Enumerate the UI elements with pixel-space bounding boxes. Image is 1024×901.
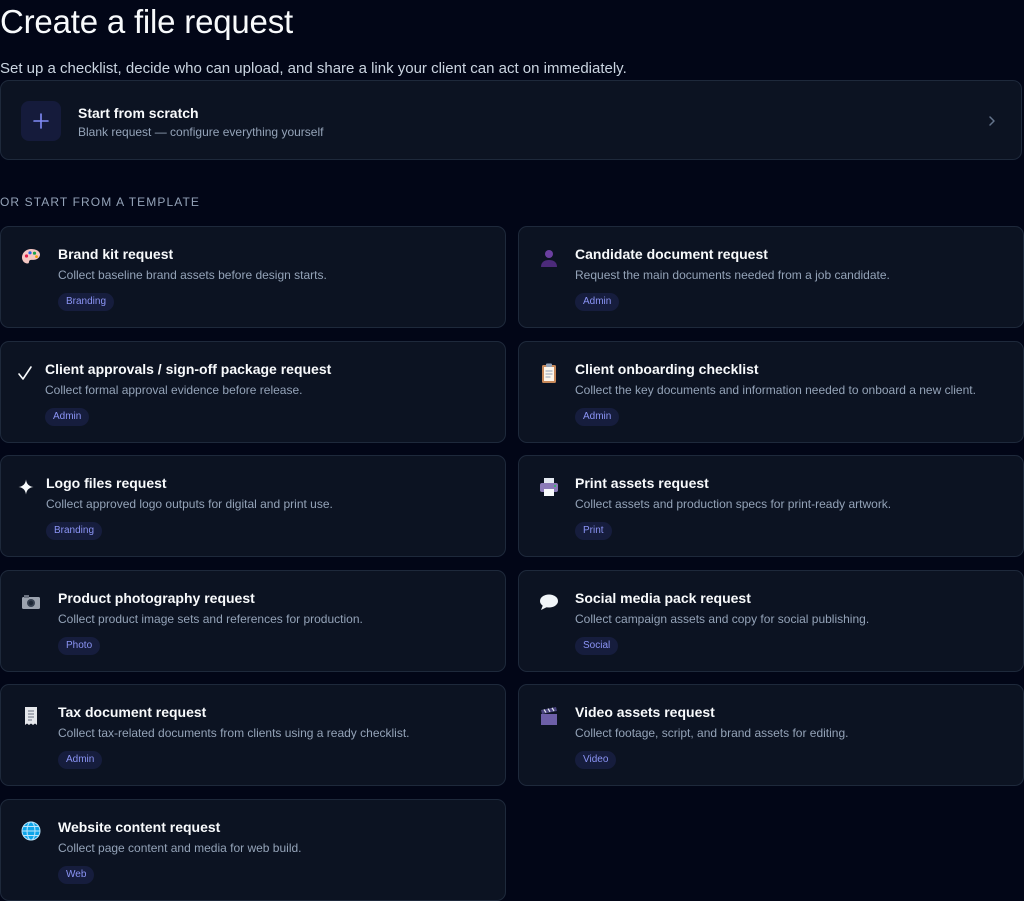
camera-icon [20,591,42,613]
template-card-video-assets[interactable]: Video assets request Collect footage, sc… [518,684,1024,786]
start-from-scratch-card[interactable]: Start from scratch Blank request — confi… [0,80,1022,160]
template-description: Collect approved logo outputs for digita… [46,497,333,511]
sparkle-icon [15,476,37,498]
template-title: Tax document request [58,704,207,720]
page-subtitle: Set up a checklist, decide who can uploa… [0,60,627,77]
receipt-icon [20,705,42,727]
template-title: Video assets request [575,704,715,720]
printer-icon [538,476,560,498]
template-title: Print assets request [575,475,709,491]
category-badge: Branding [58,293,115,311]
template-title: Candidate document request [575,246,768,262]
template-section-label: OR START FROM A TEMPLATE [0,195,200,209]
template-card-candidate-document[interactable]: Candidate document request Request the m… [518,226,1024,328]
template-description: Request the main documents needed from a… [575,268,890,282]
category-badge: Photo [58,637,101,655]
category-badge: Admin [575,293,620,311]
category-badge: Admin [575,408,620,426]
template-card-print-assets[interactable]: Print assets request Collect assets and … [518,455,1024,557]
template-description: Collect footage, script, and brand asset… [575,726,849,740]
template-title: Product photography request [58,590,255,606]
speech-bubble-icon [538,591,560,613]
category-badge: Print [575,522,612,540]
category-badge: Video [575,751,617,769]
template-card-client-onboarding[interactable]: Client onboarding checklist Collect the … [518,341,1024,443]
category-badge: Branding [46,522,103,540]
template-title: Client approvals / sign-off package requ… [45,361,332,377]
template-description: Collect formal approval evidence before … [45,383,303,397]
template-card-social-media-pack[interactable]: Social media pack request Collect campai… [518,570,1024,672]
template-title: Social media pack request [575,590,751,606]
category-badge: Admin [58,751,103,769]
template-description: Collect page content and media for web b… [58,841,302,855]
checkmark-icon [15,362,35,384]
template-description: Collect assets and production specs for … [575,497,892,511]
template-description: Collect product image sets and reference… [58,612,363,626]
template-card-website-content[interactable]: Website content request Collect page con… [0,799,506,901]
template-card-tax-document[interactable]: Tax document request Collect tax-related… [0,684,506,786]
template-card-brand-kit[interactable]: Brand kit request Collect baseline brand… [0,226,506,328]
scratch-description: Blank request — configure everything you… [78,125,324,139]
template-description: Collect the key documents and informatio… [575,383,976,397]
palette-icon [20,247,42,269]
clapperboard-icon [538,705,560,727]
template-card-client-approvals[interactable]: Client approvals / sign-off package requ… [0,341,506,443]
chevron-right-icon [989,116,995,126]
category-badge: Admin [45,408,90,426]
template-card-logo-files[interactable]: Logo files request Collect approved logo… [0,455,506,557]
person-icon [538,247,560,269]
template-description: Collect baseline brand assets before des… [58,268,327,282]
page-title: Create a file request [0,3,293,40]
template-description: Collect tax-related documents from clien… [58,726,410,740]
scratch-title: Start from scratch [78,105,199,121]
template-title: Client onboarding checklist [575,361,759,377]
plus-icon [21,101,61,141]
template-title: Brand kit request [58,246,174,262]
globe-icon [20,820,42,842]
category-badge: Social [575,637,619,655]
clipboard-icon [538,362,560,384]
template-title: Logo files request [46,475,167,491]
template-description: Collect campaign assets and copy for soc… [575,612,870,626]
template-title: Website content request [58,819,221,835]
template-card-product-photography[interactable]: Product photography request Collect prod… [0,570,506,672]
category-badge: Web [58,866,95,884]
